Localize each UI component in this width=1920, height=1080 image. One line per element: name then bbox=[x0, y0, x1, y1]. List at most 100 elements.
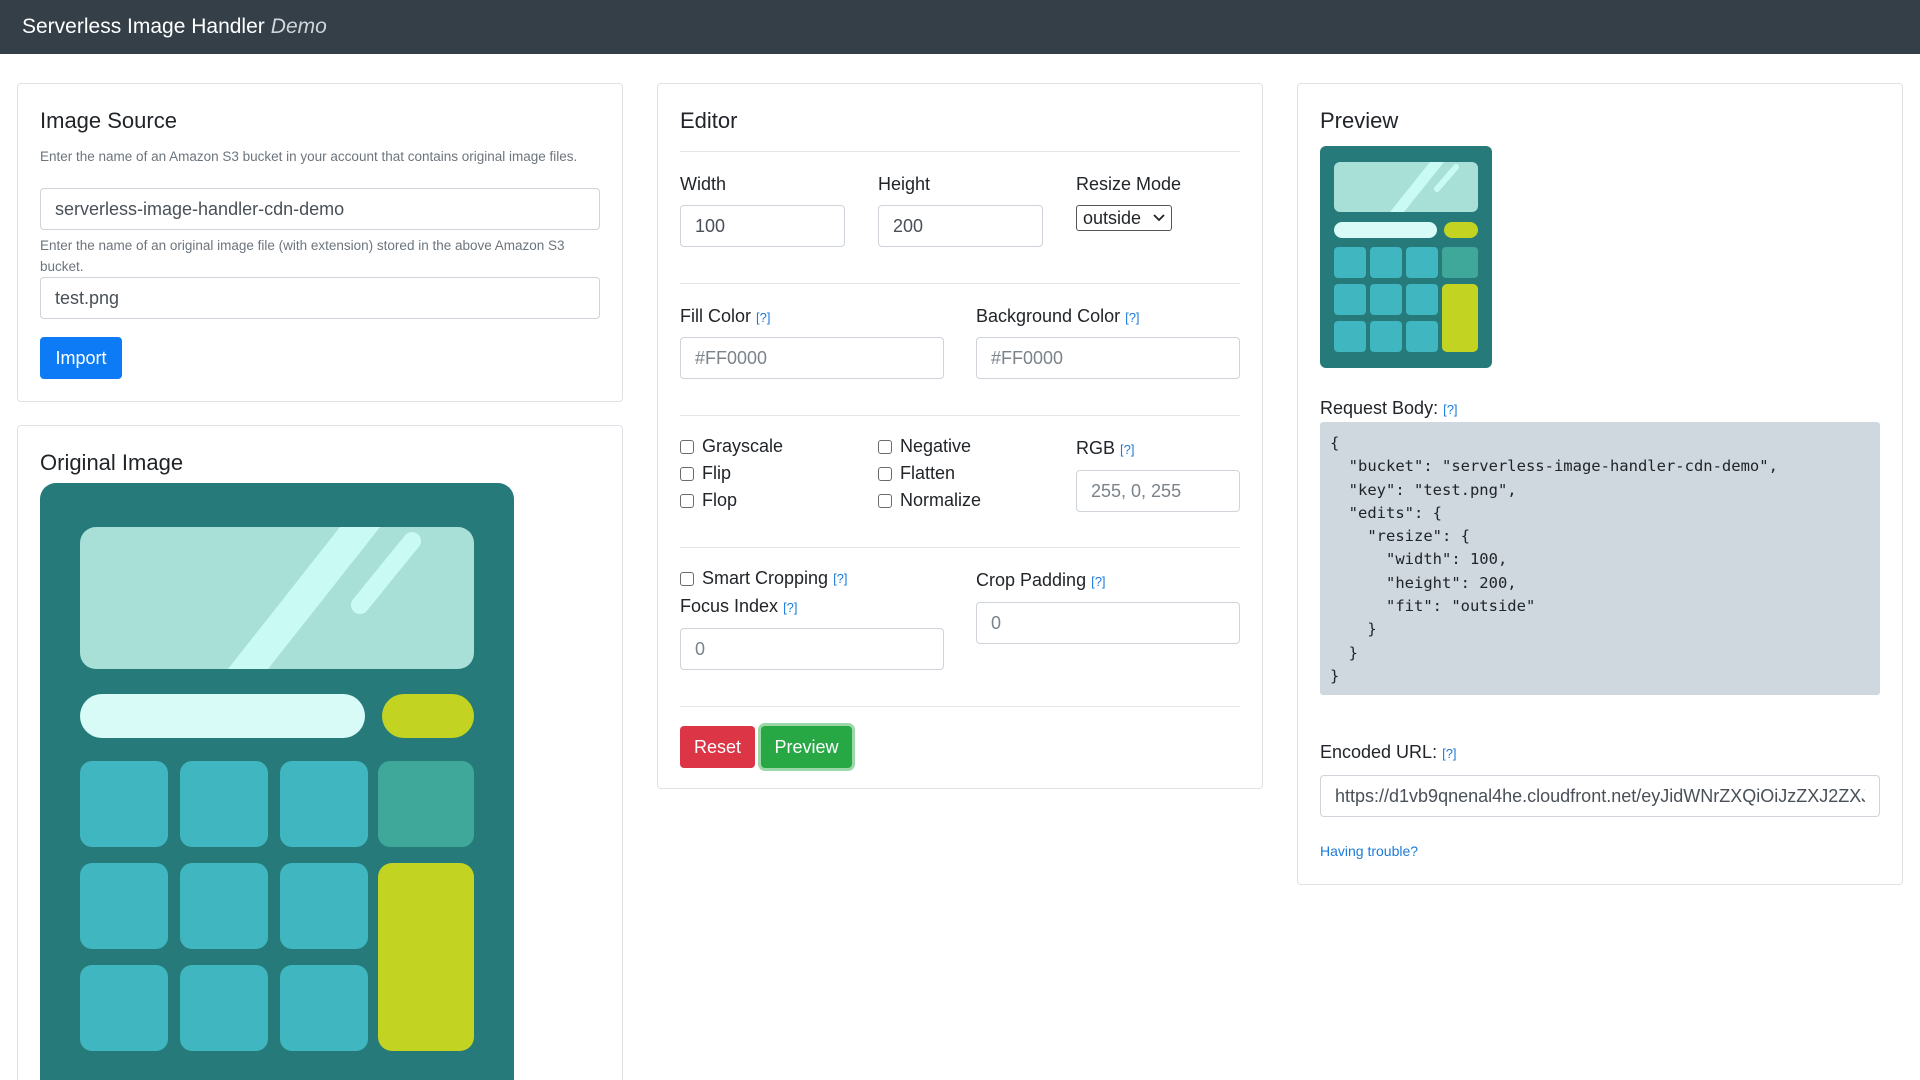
calculator-key bbox=[180, 761, 268, 847]
encoded-url-input[interactable] bbox=[1320, 775, 1880, 817]
flip-box[interactable] bbox=[680, 466, 694, 481]
width-input[interactable] bbox=[680, 205, 845, 247]
negative-checkbox[interactable]: Negative bbox=[878, 436, 971, 457]
negative-box[interactable] bbox=[878, 439, 892, 454]
calculator-key bbox=[1406, 247, 1438, 278]
calculator-key bbox=[378, 761, 474, 847]
original-image-card: Original Image bbox=[17, 425, 623, 1080]
calculator-yellow-pill bbox=[1444, 222, 1478, 238]
rgb-help-link[interactable]: [?] bbox=[1120, 442, 1134, 457]
flatten-checkbox[interactable]: Flatten bbox=[878, 463, 955, 484]
calculator-key bbox=[1406, 321, 1438, 352]
rgb-input[interactable] bbox=[1076, 470, 1240, 512]
calculator-display-bar bbox=[80, 694, 365, 738]
fill-color-label-text: Fill Color bbox=[680, 306, 752, 326]
calculator-key bbox=[1442, 247, 1478, 278]
request-body-label-text: Request Body: bbox=[1320, 398, 1439, 418]
having-trouble-link[interactable]: Having trouble? bbox=[1320, 843, 1418, 859]
background-color-input[interactable] bbox=[976, 337, 1240, 379]
calculator-key bbox=[180, 863, 268, 949]
height-label: Height bbox=[878, 174, 931, 194]
smart-cropping-checkbox[interactable]: Smart Cropping [?] bbox=[680, 568, 848, 589]
grayscale-box[interactable] bbox=[680, 439, 694, 454]
request-body-code: { "bucket": "serverless-image-handler-cd… bbox=[1320, 422, 1880, 695]
background-color-help-link[interactable]: [?] bbox=[1125, 310, 1139, 325]
flop-label: Flop bbox=[702, 490, 738, 510]
editor-divider bbox=[680, 151, 1240, 152]
editor-title: Editor bbox=[680, 108, 738, 133]
import-button[interactable]: Import bbox=[40, 337, 122, 379]
key-input[interactable] bbox=[40, 277, 600, 319]
flop-box[interactable] bbox=[680, 493, 694, 508]
calculator-key bbox=[1334, 321, 1366, 352]
crop-padding-input[interactable] bbox=[976, 602, 1240, 644]
preview-title: Preview bbox=[1320, 108, 1399, 133]
flip-checkbox[interactable]: Flip bbox=[680, 463, 731, 484]
editor-card: Editor Width Height Resize Mode outside … bbox=[657, 83, 1263, 789]
key-help-text: Enter the name of an original image file… bbox=[40, 238, 565, 274]
resize-mode-value: outside bbox=[1083, 207, 1142, 228]
rgb-label-text: RGB bbox=[1076, 438, 1116, 458]
flatten-label: Flatten bbox=[900, 463, 956, 483]
calculator-yellow-pill bbox=[382, 694, 474, 738]
flop-checkbox[interactable]: Flop bbox=[680, 490, 737, 511]
calculator-key bbox=[1334, 247, 1366, 278]
fill-color-input[interactable] bbox=[680, 337, 944, 379]
flip-label: Flip bbox=[702, 463, 732, 483]
calculator-key bbox=[180, 965, 268, 1051]
preview-card: Preview Request Body: [?] { "bucket": "se… bbox=[1297, 83, 1903, 885]
smart-cropping-help-link[interactable]: [?] bbox=[833, 571, 847, 586]
negative-label: Negative bbox=[900, 436, 972, 456]
normalize-box[interactable] bbox=[878, 493, 892, 508]
bucket-input[interactable] bbox=[40, 188, 600, 230]
request-body-label: Request Body: [?] bbox=[1320, 398, 1458, 419]
editor-divider bbox=[680, 706, 1240, 707]
calculator-key bbox=[1406, 284, 1438, 315]
calculator-key bbox=[1370, 247, 1402, 278]
request-body-help-link[interactable]: [?] bbox=[1443, 402, 1457, 417]
preview-button[interactable]: Preview bbox=[761, 726, 852, 768]
chevron-down-icon bbox=[1153, 214, 1165, 222]
rgb-label: RGB [?] bbox=[1076, 438, 1134, 459]
calculator-key bbox=[280, 761, 368, 847]
preview-image bbox=[1320, 146, 1492, 368]
smart-cropping-box[interactable] bbox=[680, 571, 694, 586]
bucket-help-text: Enter the name of an Amazon S3 bucket in… bbox=[40, 149, 578, 164]
normalize-checkbox[interactable]: Normalize bbox=[878, 490, 981, 511]
calculator-display-bar bbox=[1334, 222, 1437, 238]
encoded-url-help-link[interactable]: [?] bbox=[1442, 746, 1456, 761]
original-image-title: Original Image bbox=[40, 450, 184, 475]
fill-color-label: Fill Color [?] bbox=[680, 306, 770, 327]
calculator-key bbox=[80, 761, 168, 847]
editor-divider bbox=[680, 547, 1240, 548]
focus-index-label-text: Focus Index bbox=[680, 596, 779, 616]
resize-mode-select[interactable]: outside bbox=[1076, 205, 1172, 231]
crop-padding-label-text: Crop Padding bbox=[976, 570, 1087, 590]
crop-padding-label: Crop Padding [?] bbox=[976, 570, 1106, 591]
fill-color-help-link[interactable]: [?] bbox=[756, 310, 770, 325]
calculator-key-tall bbox=[1442, 284, 1478, 352]
height-input[interactable] bbox=[878, 205, 1043, 247]
calculator-key bbox=[280, 863, 368, 949]
reset-button[interactable]: Reset bbox=[680, 726, 755, 768]
calculator-key bbox=[80, 965, 168, 1051]
background-color-label: Background Color [?] bbox=[976, 306, 1140, 327]
image-source-card: Image Source Enter the name of an Amazon… bbox=[17, 83, 623, 402]
focus-index-help-link[interactable]: [?] bbox=[783, 600, 797, 615]
calculator-key bbox=[1370, 321, 1402, 352]
grayscale-checkbox[interactable]: Grayscale bbox=[680, 436, 783, 457]
resize-mode-label: Resize Mode bbox=[1076, 174, 1182, 194]
calculator-key bbox=[1334, 284, 1366, 315]
focus-index-label: Focus Index [?] bbox=[680, 596, 798, 617]
crop-padding-help-link[interactable]: [?] bbox=[1091, 574, 1105, 589]
calculator-key bbox=[80, 863, 168, 949]
editor-divider bbox=[680, 283, 1240, 284]
original-image bbox=[40, 483, 514, 1080]
focus-index-input[interactable] bbox=[680, 628, 944, 670]
navbar: Serverless Image Handler Demo bbox=[0, 0, 1920, 54]
flatten-box[interactable] bbox=[878, 466, 892, 481]
brand-subtitle: Demo bbox=[270, 15, 327, 38]
brand-title[interactable]: Serverless Image Handler bbox=[22, 15, 265, 39]
image-source-title: Image Source bbox=[40, 108, 177, 133]
editor-divider bbox=[680, 415, 1240, 416]
